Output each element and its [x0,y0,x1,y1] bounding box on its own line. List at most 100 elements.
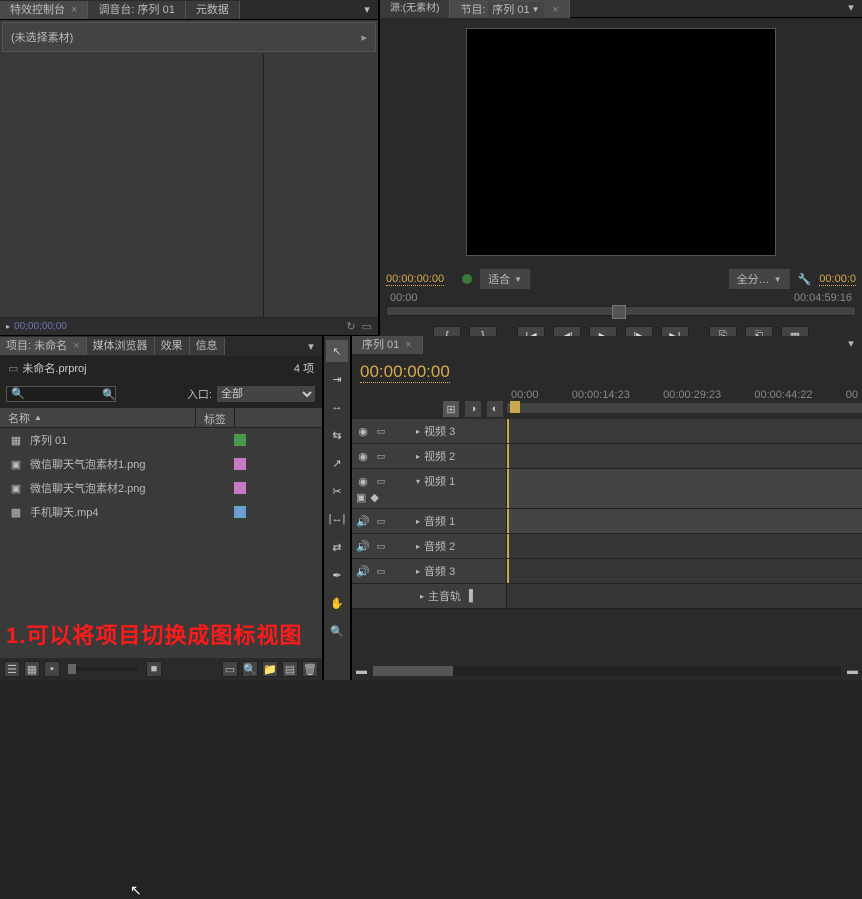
lock-icon[interactable]: ▭ [374,426,388,437]
close-icon[interactable]: × [73,340,79,352]
panel-menu-icon[interactable]: ▾ [844,336,858,350]
rolling-edit-tool[interactable]: ⇆ [326,424,348,446]
close-icon[interactable]: × [71,4,77,16]
panel-menu-icon[interactable]: ▾ [304,339,318,353]
tab-program[interactable]: 节目: 序列 01 ▼ × [450,0,569,18]
duration-timecode[interactable]: 00:00:0 [819,273,856,286]
expand-icon[interactable]: ▸ [416,517,420,526]
panel-menu-icon[interactable]: ▾ [844,0,858,14]
speaker-icon[interactable]: 🔊 [356,515,370,528]
hand-tool[interactable]: ✋ [326,592,348,614]
lock-icon[interactable]: ▭ [374,451,388,462]
program-monitor[interactable] [380,18,862,266]
fx-timecode[interactable]: 00;00;00;00 [14,321,67,332]
slip-tool[interactable]: |↔| [326,508,348,530]
lock-icon[interactable]: ▭ [374,516,388,527]
zoom-in-icon[interactable]: ▬ [847,665,858,677]
expand-icon[interactable]: ▸ [416,452,420,461]
track-a2[interactable]: 🔊▭▸音频 2 [352,534,862,559]
playhead[interactable] [510,401,520,413]
eye-icon[interactable]: ◉ [356,425,370,438]
sequence-selector[interactable]: 序列 01 ▼ [488,2,543,18]
entry-selector[interactable]: 全部 [216,385,316,403]
list-item[interactable]: ▣ 微信聊天气泡素材2.png [0,476,322,500]
zoom-tool[interactable]: 🔍 [326,620,348,642]
tab-mixer[interactable]: 调音台: 序列 01 [88,1,185,19]
slide-tool[interactable]: ⇄ [326,536,348,558]
rate-stretch-tool[interactable]: ↗ [326,452,348,474]
new-bin-button[interactable]: 📁 [262,661,278,677]
expand-icon[interactable]: ▸ [420,592,424,601]
tab-metadata[interactable]: 元数据 [186,1,240,19]
list-view-button[interactable]: ☰ [4,661,20,677]
resolution-selector[interactable]: 全分…▼ [729,269,790,289]
label-swatch[interactable] [234,506,246,518]
col-name-header[interactable]: 名称▲ [0,408,196,427]
label-swatch[interactable] [234,482,246,494]
expand-icon[interactable]: ▸ [416,542,420,551]
program-timecode[interactable]: 00:00:00:00 [386,273,444,286]
keyframe-icon[interactable]: ▣ [356,491,366,504]
track-v3[interactable]: ◉▭▸视频 3 [352,419,862,444]
list-item[interactable]: ▩ 手机聊天.mp4 [0,500,322,524]
track-a1[interactable]: 🔊▭▸音频 1 [352,509,862,534]
label-swatch[interactable] [234,434,246,446]
panel-menu-icon[interactable]: ▾ [360,3,374,17]
tab-info[interactable]: 信息 [190,337,225,355]
delete-button[interactable]: 🗑 [302,661,318,677]
new-item-button[interactable]: ▤ [282,661,298,677]
expand-icon[interactable]: ▸ [416,567,420,576]
list-item[interactable]: ▦ 序列 01 [0,428,322,452]
eye-icon[interactable]: ◉ [356,450,370,463]
track-master[interactable]: ▸主音轨▐ [352,584,862,609]
search-icon[interactable]: 🔍 [102,388,116,401]
wrench-icon[interactable]: 🔧 [798,273,812,286]
label-swatch[interactable] [234,458,246,470]
icon-view-button[interactable]: ▦ [24,661,40,677]
find-button[interactable]: 🔍 [242,661,258,677]
ripple-edit-tool[interactable]: ↔ [326,396,348,418]
track-select-tool[interactable]: ⇥ [326,368,348,390]
play-icon[interactable]: ▸ [6,322,10,331]
opacity-icon[interactable]: ◆ [370,491,378,504]
zoom-out-icon[interactable]: ▬ [356,665,367,677]
settings-button[interactable]: ◐ [487,401,503,417]
auto-match-button[interactable]: ▭ [222,661,238,677]
razor-tool[interactable]: ✂ [326,480,348,502]
chevron-right-icon[interactable]: ▸ [361,31,367,44]
tab-source[interactable]: 源:(无素材) [380,0,450,18]
tab-effects[interactable]: 效果 [155,337,190,355]
timeline-timecode[interactable]: 00:00:00:00 [360,362,450,383]
folder-icon[interactable]: ▭ [362,320,372,333]
expand-icon[interactable]: ▾ [416,477,420,486]
tab-project[interactable]: 项目: 未命名× [0,337,87,355]
speaker-icon[interactable]: 🔊 [356,540,370,553]
zoom-icon[interactable]: ↻ [346,320,355,333]
timeline-ruler[interactable]: ⊞ ◑ ◐ 00:00 00:00:14:23 00:00:29:23 00:0… [352,389,862,419]
project-list[interactable]: ▦ 序列 01 ▣ 微信聊天气泡素材1.png ▣ 微信聊天气泡素材2.png … [0,428,322,658]
speaker-icon[interactable]: 🔊 [356,565,370,578]
snap-button[interactable]: ⊞ [443,401,459,417]
list-item[interactable]: ▣ 微信聊天气泡素材1.png [0,452,322,476]
close-icon[interactable]: × [552,4,558,16]
lock-icon[interactable]: ▭ [374,541,388,552]
timeline-scrollbar[interactable]: ▬ ▬ [352,662,862,680]
close-icon[interactable]: × [405,339,411,351]
eye-icon[interactable]: ◉ [356,475,370,488]
search-input[interactable] [6,386,116,402]
scroll-handle[interactable] [612,305,626,319]
marker-button[interactable]: ◑ [465,401,481,417]
tab-fx-control[interactable]: 特效控制台× [0,1,88,19]
tab-media-browser[interactable]: 媒体浏览器 [87,337,155,355]
lock-icon[interactable]: ▭ [374,476,388,487]
track-a3[interactable]: 🔊▭▸音频 3 [352,559,862,584]
pen-tool[interactable]: ✒ [326,564,348,586]
fit-selector[interactable]: 适合▼ [480,269,530,289]
track-v2[interactable]: ◉▭▸视频 2 [352,444,862,469]
track-v1[interactable]: ◉▭▾视频 1 ▣◆ [352,469,862,509]
thumb-size-slider[interactable] [68,667,138,671]
tab-sequence[interactable]: 序列 01× [352,336,423,354]
col-label-header[interactable]: 标签 [196,408,235,427]
preview-ruler[interactable]: 00:00 00:04:59:16 [386,292,856,322]
lock-icon[interactable]: ▭ [374,566,388,577]
